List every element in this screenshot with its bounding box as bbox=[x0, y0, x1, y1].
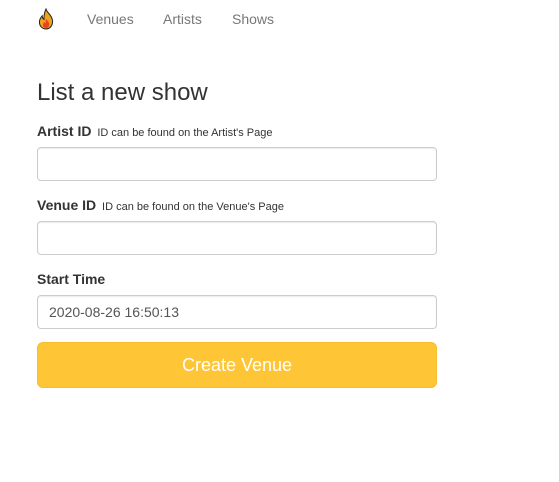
start-time-label-row: Start Time bbox=[37, 269, 437, 289]
venue-id-hint: ID can be found on the Venue's Page bbox=[102, 201, 284, 213]
create-venue-button[interactable]: Create Venue bbox=[37, 342, 437, 388]
page-title: List a new show bbox=[37, 79, 208, 106]
venue-id-label-row: Venue ID ID can be found on the Venue's … bbox=[37, 195, 437, 215]
nav-link-artists[interactable]: Artists bbox=[163, 11, 202, 27]
artist-id-input[interactable] bbox=[37, 147, 437, 181]
start-time-group: Start Time bbox=[37, 269, 437, 329]
nav-link-shows[interactable]: Shows bbox=[232, 11, 274, 27]
new-show-form: List a new show Artist ID ID can be foun… bbox=[37, 78, 437, 388]
artist-id-label-row: Artist ID ID can be found on the Artist'… bbox=[37, 121, 437, 141]
start-time-label: Start Time bbox=[37, 271, 106, 287]
nav-link-venues[interactable]: Venues bbox=[87, 11, 134, 27]
artist-id-hint: ID can be found on the Artist's Page bbox=[97, 127, 273, 139]
venue-id-group: Venue ID ID can be found on the Venue's … bbox=[37, 195, 437, 255]
venue-id-input[interactable] bbox=[37, 221, 437, 255]
fire-icon[interactable] bbox=[37, 7, 55, 30]
artist-id-label: Artist ID bbox=[37, 123, 92, 139]
start-time-input[interactable] bbox=[37, 295, 437, 329]
navbar: Venues Artists Shows bbox=[0, 0, 559, 38]
artist-id-group: Artist ID ID can be found on the Artist'… bbox=[37, 121, 437, 181]
venue-id-label: Venue ID bbox=[37, 197, 97, 213]
